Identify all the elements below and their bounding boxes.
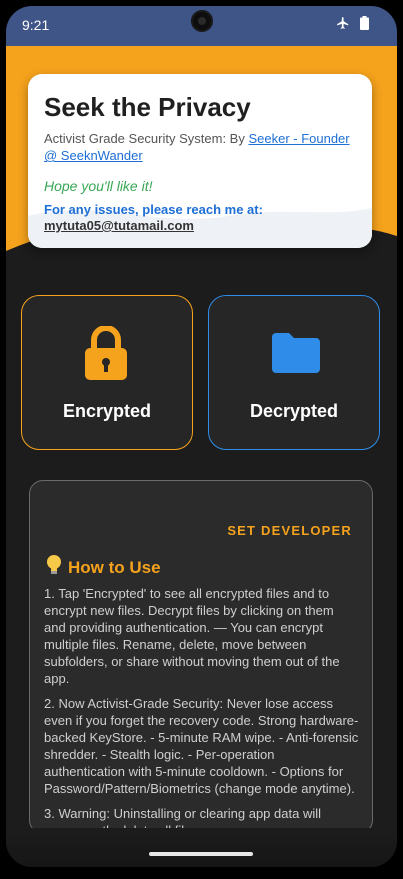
how-to-use-card: SET DEVELOPER How to Use 1. Tap 'Encrypt… [29,480,373,834]
decrypted-tile[interactable]: Decrypted [208,295,380,450]
status-icons [336,16,369,30]
how-to-use-title: How to Use [68,557,161,577]
instructions: 1. Tap 'Encrypted' to see all encrypted … [44,585,359,833]
nav-area [6,828,397,867]
camera-cutout [191,10,213,32]
app-title: Seek the Privacy [44,92,251,122]
status-bar: 9:21 [6,6,397,46]
lock-icon [83,325,129,385]
subtitle-prefix: Activist Grade Security System: By [44,131,249,146]
set-developer-button[interactable]: SET DEVELOPER [227,523,352,538]
intro-card: Seek the Privacy Activist Grade Security… [28,74,372,248]
decrypted-label: Decrypted [249,401,339,421]
lightbulb-icon [46,555,62,580]
how-to-use-heading: How to Use [46,555,161,580]
encrypted-label: Encrypted [62,401,152,421]
instruction-paragraph: 2. Now Activist-Grade Security: Never lo… [44,696,359,796]
app-screen: 9:21 Seek the Privacy Activist Grade Sec… [6,6,397,867]
encrypted-tile[interactable]: Encrypted [21,295,193,450]
hope-text: Hope you'll like it! [44,178,153,194]
home-gesture-bar[interactable] [149,852,253,856]
folder-icon [272,333,320,378]
app-subtitle: Activist Grade Security System: By Seeke… [44,130,359,164]
email-link[interactable]: mytuta05@tutamail.com [44,218,194,233]
status-time: 9:21 [22,17,50,33]
instruction-paragraph: 1. Tap 'Encrypted' to see all encrypted … [44,586,340,686]
battery-icon [360,16,369,30]
airplane-mode-icon [336,16,350,30]
issues-text: For any issues, please reach me at: [44,202,263,217]
